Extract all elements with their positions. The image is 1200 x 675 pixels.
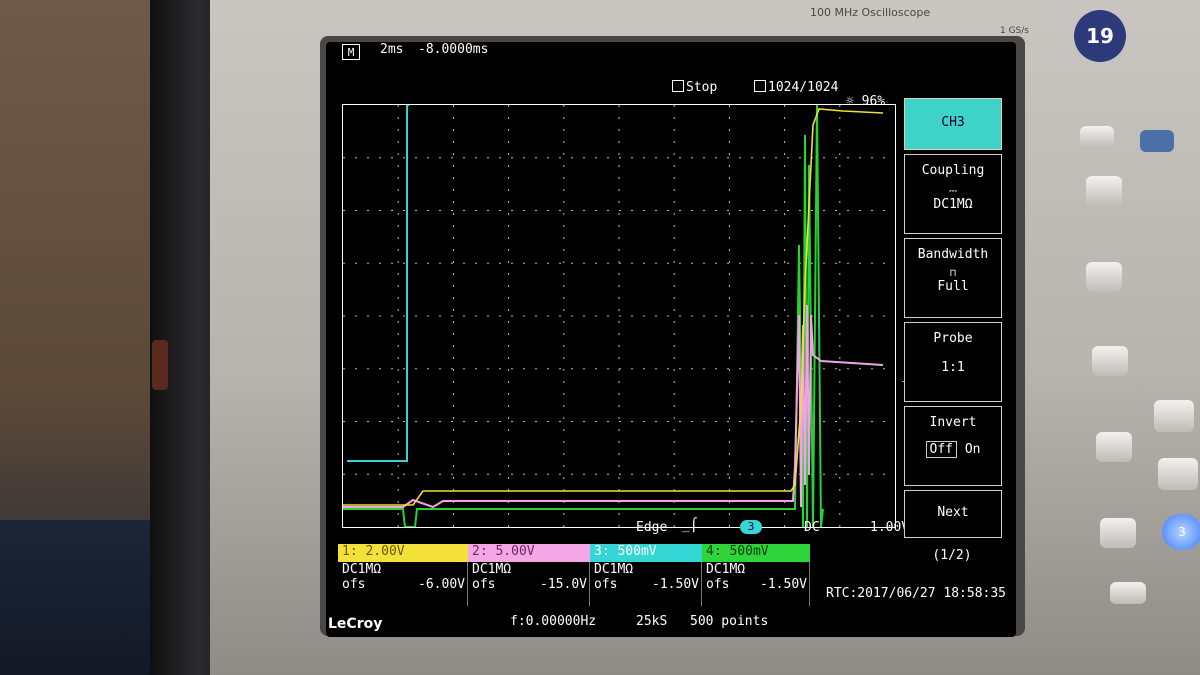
menu-page: (1/2) [904,538,1000,578]
side-knob [152,340,168,390]
ch2-trace [343,304,884,509]
waveforms [343,105,884,527]
menu-probe[interactable]: Probe 1:1 [904,322,1002,402]
sample-rate-label: 1 GS/s [1000,26,1029,36]
trigger-coupling: DC [804,520,820,535]
panel-button-a[interactable] [1080,126,1114,148]
invert-on[interactable]: On [965,442,981,457]
panel-button-c[interactable] [1154,400,1194,432]
ch2-info: DC1MΩ ofs -15.0V [468,562,590,606]
filter-icon: ⊓ [949,268,957,279]
ch3-info: DC1MΩ ofs -1.50V [590,562,702,606]
panel-button-b[interactable] [1140,130,1174,152]
channel-3-button[interactable]: 3 [1162,514,1200,550]
calibration-badge: 19 [1074,10,1126,62]
dc-coupling-icon: ⎓ [949,186,957,197]
trigger-source: 3 [740,520,762,534]
ch2-tab[interactable]: 2: 5.00V [468,544,590,562]
frequency-readout: f:0.00000Hz [510,614,597,629]
rtc-clock: RTC:2017/06/27 18:58:35 [826,586,1007,601]
timebase: 2ms [380,42,404,57]
menu-button-2[interactable] [1086,262,1122,292]
ch3-trace [347,105,409,462]
mode-icon: M [342,44,360,60]
trigger-type: Edge [636,520,668,535]
model-label: 100 MHz Oscilloscope [810,6,931,19]
waveform-plot[interactable]: T [342,104,909,528]
panel-button-e[interactable] [1110,582,1146,604]
scope-screen: M 2ms -8.0000ms Stop 1024/1024 ☼ 96% T E… [326,42,1016,637]
trigger-delay: -8.0000ms [418,42,489,57]
sample-rate: 25kS [636,614,668,629]
panel-button-d[interactable] [1158,458,1198,490]
lecroy-logo: LeCroy [328,616,383,632]
run-state: Stop [672,80,717,95]
menu-button-1[interactable] [1086,176,1122,206]
record-points: 500 points [690,614,769,629]
menu-ch3[interactable]: CH3 [904,98,1002,150]
ch3-tab[interactable]: 3: 500mV [590,544,702,562]
stop-icon [672,80,684,92]
edge-rising-icon: _⌠ [682,518,698,533]
invert-off[interactable]: Off [925,441,957,458]
menu-bandwidth[interactable]: Bandwidth ⊓ Full [904,238,1002,318]
menu-coupling[interactable]: Coupling ⎓ DC1MΩ [904,154,1002,234]
menu-invert[interactable]: Invert Off On [904,406,1002,486]
stack-icon [754,80,766,92]
ch4-trace [343,105,824,527]
ch4-info: DC1MΩ ofs -1.50V [702,562,810,606]
menu-button-5[interactable] [1100,518,1136,548]
menu-button-3[interactable] [1092,346,1128,376]
menu-next[interactable]: Next [904,490,1002,538]
acquisition-count: 1024/1024 [754,80,838,95]
ch1-tab[interactable]: 1: 2.00V [338,544,468,562]
ch1-info: DC1MΩ ofs -6.00V [338,562,468,606]
menu-button-4[interactable] [1096,432,1132,462]
ch4-tab[interactable]: 4: 500mV [702,544,810,562]
